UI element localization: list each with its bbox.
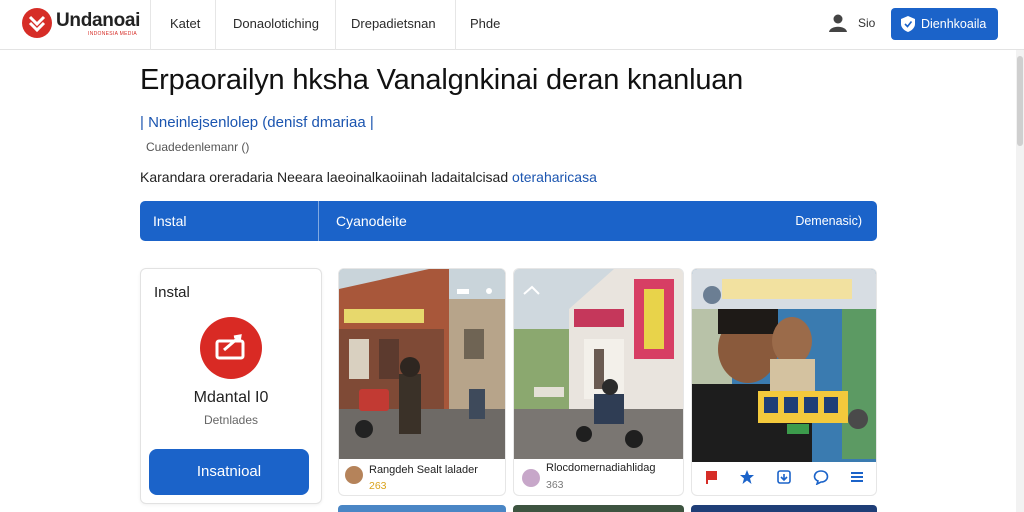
nav-item-drepadietsnan[interactable]: Drepadietsnan	[351, 16, 436, 31]
shield-icon	[901, 16, 915, 32]
street-photo-thumbnail	[514, 269, 683, 459]
page-title: Erpaorailyn hksha Vanalgnkinai deran kna…	[140, 64, 744, 96]
channel-avatar[interactable]	[522, 469, 540, 487]
description-line: Karandara oreradaria Neeara laeoinalkaoi…	[140, 169, 597, 185]
description-text: Karandara oreradaria Neeara laeoinalkaoi…	[140, 169, 509, 185]
next-row-card[interactable]	[513, 505, 684, 512]
logo-subtext: INDONESIA MEDIA	[88, 31, 137, 37]
logo-mark-icon	[22, 8, 52, 38]
tab-instal[interactable]: Instal	[153, 213, 186, 229]
chat-icon[interactable]	[813, 469, 829, 486]
gray-subtitle: Cuadedenlemanr ()	[146, 140, 250, 154]
install-side-card: Instal Mdantal I0 Detnlades Insatnioal	[140, 268, 322, 504]
flag-icon[interactable]	[704, 469, 720, 485]
tab-divider	[318, 201, 319, 241]
site-logo[interactable]: Undanoai INDONESIA MEDIA	[22, 7, 140, 41]
logo-text: Undanoai	[56, 10, 141, 31]
user-label[interactable]: Sio	[858, 16, 875, 30]
blue-subtitle[interactable]: | Nneinlejsenlolep (denisf dmariaa |	[140, 114, 374, 131]
nav-divider	[150, 0, 151, 50]
side-card-subtitle: Detnlades	[203, 413, 259, 427]
page-scrollbar[interactable]	[1016, 50, 1024, 512]
nav-item-katet[interactable]: Katet	[170, 16, 200, 31]
nav-item-donaolotiching[interactable]: Donaolotiching	[233, 16, 319, 31]
nav-divider	[335, 0, 336, 50]
nav-divider	[455, 0, 456, 50]
card-count: 363	[546, 479, 564, 491]
menu-icon[interactable]	[849, 469, 865, 485]
tab-bar: Instal Cyanodeite Demenasic)	[140, 201, 877, 241]
header-cta-label: Dienhkoaila	[921, 17, 987, 31]
next-row-card[interactable]	[691, 505, 877, 512]
nav-item-phde[interactable]: Phde	[470, 16, 500, 31]
user-icon[interactable]	[828, 13, 848, 33]
install-button[interactable]: Insatnioal	[149, 449, 309, 495]
channel-avatar[interactable]	[345, 466, 363, 484]
tab-cyanodeite[interactable]: Cyanodeite	[336, 213, 407, 229]
nav-divider	[215, 0, 216, 50]
side-card-name: Mdantal I0	[193, 389, 269, 406]
card-title[interactable]: Rlocdomernadiahlidag	[546, 462, 655, 474]
street-photo-thumbnail	[339, 269, 505, 459]
next-row-card[interactable]	[338, 505, 506, 512]
card-action-bar	[692, 469, 876, 487]
description-link[interactable]: oteraharicasa	[512, 169, 597, 185]
video-card[interactable]: Rlocdomernadiahlidag 363	[513, 268, 684, 496]
top-navbar: Undanoai INDONESIA MEDIA Katet Donaoloti…	[0, 0, 1024, 50]
download-icon[interactable]	[776, 469, 792, 485]
card-count: 263	[369, 480, 387, 492]
header-cta-button[interactable]: Dienhkoaila	[891, 8, 998, 40]
card-title[interactable]: Rangdeh Sealt lalader	[369, 464, 478, 476]
side-card-title: Instal	[154, 284, 190, 301]
star-icon[interactable]	[739, 469, 755, 485]
portrait-photo-thumbnail	[692, 269, 876, 462]
tab-demenasic[interactable]: Demenasic)	[795, 214, 862, 228]
video-card[interactable]	[691, 268, 877, 496]
video-card[interactable]: Rangdeh Sealt lalader 263	[338, 268, 506, 496]
app-badge-icon	[200, 317, 262, 379]
scroll-thumb[interactable]	[1017, 56, 1023, 146]
